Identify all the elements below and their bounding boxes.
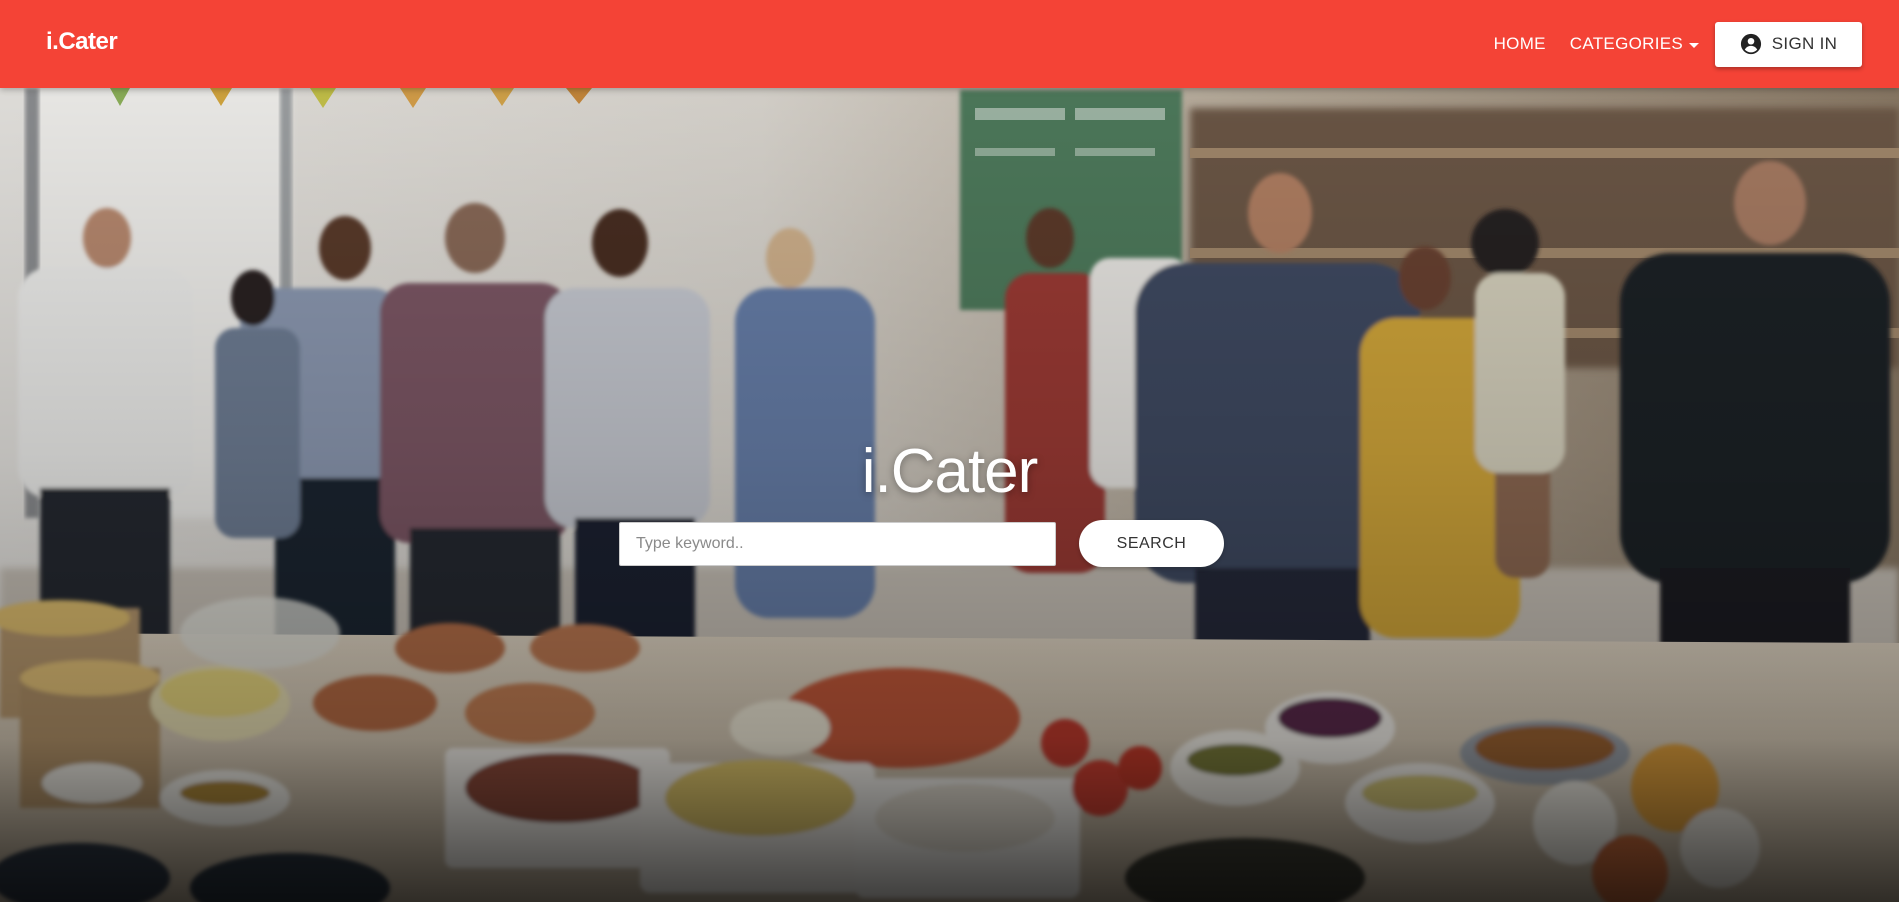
hero-title: i.Cater xyxy=(861,437,1039,506)
hero-content: i.Cater SEARCH xyxy=(0,88,1899,902)
sign-in-label: SIGN IN xyxy=(1771,34,1838,53)
nav-links: HOME CATEGORIES SIGN IN xyxy=(1494,0,1862,88)
brand-logo-link[interactable]: i.Cater xyxy=(46,28,118,56)
nav-categories-label: CATEGORIES xyxy=(1569,34,1683,53)
search-input[interactable] xyxy=(619,522,1056,566)
hero-section: i.Cater SEARCH xyxy=(0,88,1899,902)
account-circle-icon xyxy=(1740,33,1761,55)
caret-down-icon xyxy=(1689,42,1699,48)
search-button[interactable]: SEARCH xyxy=(1079,520,1224,567)
nav-home-link[interactable]: HOME xyxy=(1494,34,1546,54)
nav-categories-dropdown[interactable]: CATEGORIES xyxy=(1570,34,1699,54)
sign-in-button[interactable]: SIGN IN xyxy=(1715,21,1862,67)
top-navbar: i.Cater HOME CATEGORIES SIGN IN xyxy=(0,0,1899,88)
